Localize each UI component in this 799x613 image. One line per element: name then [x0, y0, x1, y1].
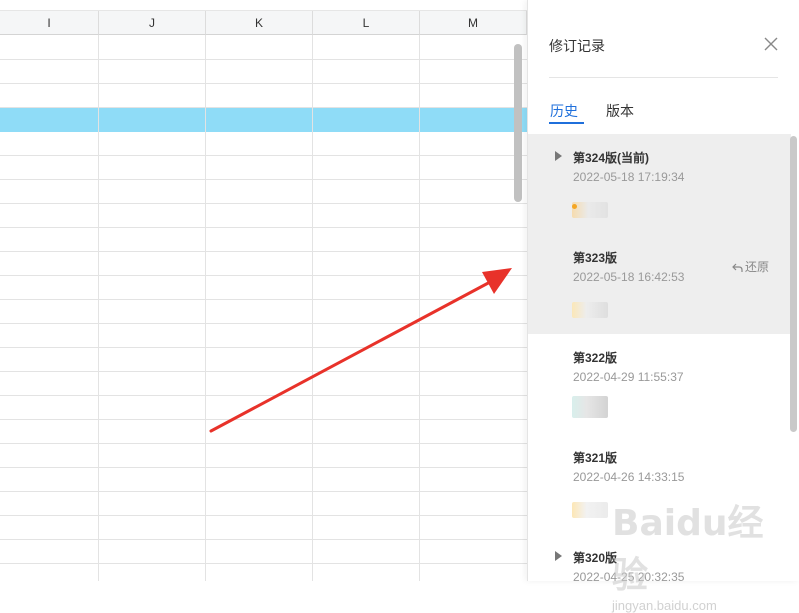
- sheet-row[interactable]: [0, 372, 527, 396]
- version-timestamp: 2022-05-18 17:19:34: [573, 170, 685, 184]
- column-header-m[interactable]: M: [420, 11, 527, 35]
- version-item-322[interactable]: 第322版 2022-04-29 11:55:37: [528, 334, 791, 434]
- sheet-row[interactable]: [0, 492, 527, 516]
- avatar: [572, 396, 608, 418]
- sheet-row[interactable]: [0, 444, 527, 468]
- active-tab-indicator: [549, 122, 584, 124]
- sheet-row[interactable]: [0, 60, 527, 84]
- tab-history[interactable]: 历史: [550, 101, 578, 121]
- gridline: [419, 35, 420, 581]
- sheet-row[interactable]: [0, 180, 527, 204]
- close-icon[interactable]: [762, 35, 780, 53]
- sheet-vertical-scrollbar[interactable]: [514, 44, 522, 202]
- sheet-row[interactable]: [0, 156, 527, 180]
- selected-row[interactable]: [0, 108, 527, 132]
- gridline: [205, 35, 206, 581]
- gridline: [312, 35, 313, 581]
- sheet-row[interactable]: [0, 36, 527, 60]
- sheet-row[interactable]: [0, 348, 527, 372]
- sheet-row[interactable]: [0, 204, 527, 228]
- version-timestamp: 2022-04-26 14:33:15: [573, 470, 685, 484]
- sheet-row[interactable]: [0, 276, 527, 300]
- avatar: [572, 202, 608, 218]
- sheet-row[interactable]: [0, 300, 527, 324]
- sheet-row[interactable]: [0, 516, 527, 540]
- restore-label: 还原: [745, 260, 770, 274]
- avatar: [572, 502, 608, 518]
- column-header-i[interactable]: I: [0, 11, 99, 35]
- avatar: [572, 302, 608, 318]
- version-timestamp: 2022-04-25 20:32:35: [573, 570, 685, 581]
- panel-title: 修订记录: [549, 38, 605, 54]
- sheet-row[interactable]: [0, 468, 527, 492]
- version-item-321[interactable]: 第321版 2022-04-26 14:33:15: [528, 434, 791, 534]
- sheet-row[interactable]: [0, 420, 527, 444]
- revision-history-panel: 修订记录 历史 版本 第324版(当前) 2022-05-18 17:19:34…: [527, 0, 799, 581]
- column-header-k[interactable]: K: [206, 11, 313, 35]
- sheet-row[interactable]: [0, 540, 527, 564]
- divider: [549, 77, 778, 78]
- version-title: 第322版: [573, 351, 618, 365]
- column-header-l[interactable]: L: [313, 11, 420, 35]
- version-title: 第323版: [573, 251, 618, 265]
- restore-button[interactable]: 还原: [732, 258, 769, 275]
- version-list: 第324版(当前) 2022-05-18 17:19:34 第323版 2022…: [528, 134, 799, 581]
- undo-arrow-icon: [732, 263, 743, 272]
- version-item-320[interactable]: 第320版 2022-04-25 20:32:35: [528, 534, 791, 581]
- version-title: 第320版: [573, 551, 618, 565]
- sheet-row[interactable]: [0, 396, 527, 420]
- expand-triangle-icon[interactable]: [555, 551, 562, 561]
- sheet-top-strip: [0, 0, 527, 11]
- status-dot: [572, 204, 577, 209]
- version-title: 第321版: [573, 451, 618, 465]
- gridline: [98, 35, 99, 581]
- version-timestamp: 2022-04-29 11:55:37: [573, 370, 684, 384]
- panel-vertical-scrollbar[interactable]: [790, 136, 797, 432]
- tab-versions[interactable]: 版本: [606, 101, 634, 121]
- expand-triangle-icon[interactable]: [555, 151, 562, 161]
- sheet-row[interactable]: [0, 324, 527, 348]
- spreadsheet-grid[interactable]: I J K L M: [0, 0, 527, 581]
- sheet-row[interactable]: [0, 84, 527, 108]
- version-timestamp: 2022-05-18 16:42:53: [573, 270, 685, 284]
- sheet-row[interactable]: [0, 252, 527, 276]
- version-title: 第324版(当前): [573, 151, 650, 165]
- version-item-324[interactable]: 第324版(当前) 2022-05-18 17:19:34: [528, 134, 791, 234]
- sheet-row[interactable]: [0, 228, 527, 252]
- sheet-row[interactable]: [0, 564, 527, 581]
- watermark-subtext: jingyan.baidu.com: [612, 598, 717, 613]
- column-header-j[interactable]: J: [99, 11, 206, 35]
- sheet-row[interactable]: [0, 132, 527, 156]
- version-item-323[interactable]: 第323版 2022-05-18 16:42:53 还原: [528, 234, 791, 334]
